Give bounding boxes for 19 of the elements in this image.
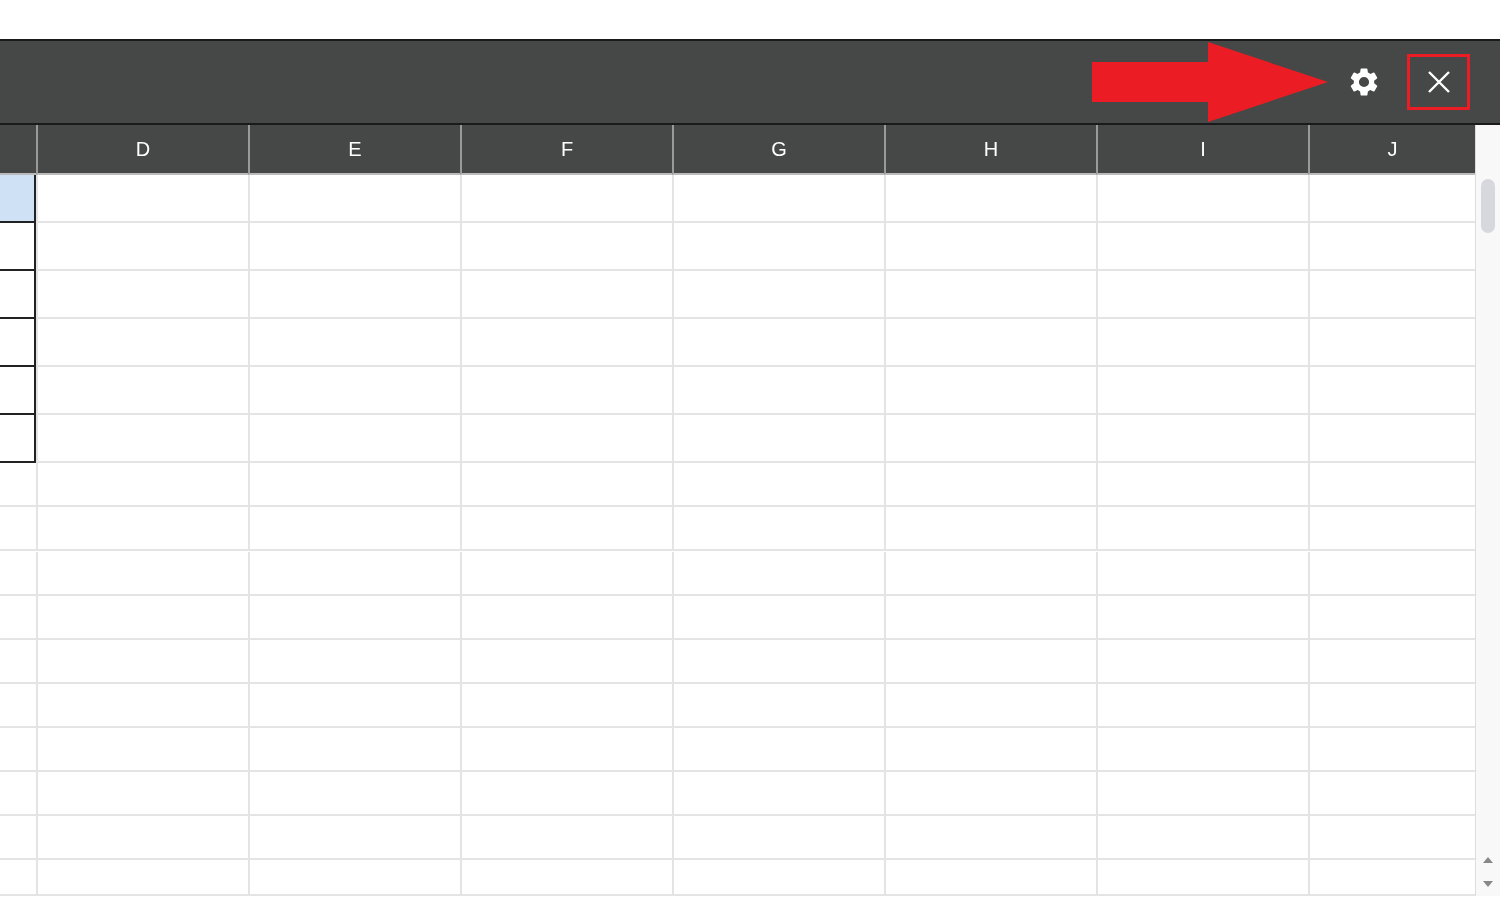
column-header[interactable]: I: [1096, 125, 1308, 175]
scrollbar[interactable]: [1475, 125, 1500, 896]
table-cell[interactable]: [0, 367, 36, 416]
table-cell[interactable]: [0, 223, 36, 272]
scroll-down-icon[interactable]: [1482, 880, 1494, 888]
column-header[interactable]: J: [1308, 125, 1475, 175]
close-icon: [1426, 70, 1451, 94]
table-cell[interactable]: [0, 319, 36, 368]
column-header[interactable]: G: [672, 125, 884, 175]
table-cell[interactable]: [0, 175, 36, 224]
scrollbar-thumb[interactable]: [1481, 179, 1495, 233]
column-header[interactable]: H: [884, 125, 1096, 175]
column-header[interactable]: [0, 125, 36, 175]
table-cell[interactable]: [0, 271, 36, 320]
scroll-up-icon[interactable]: [1482, 856, 1494, 864]
column-header[interactable]: F: [460, 125, 672, 175]
table-cell[interactable]: [0, 415, 36, 464]
column-header[interactable]: E: [248, 125, 460, 175]
column-header[interactable]: D: [36, 125, 248, 175]
